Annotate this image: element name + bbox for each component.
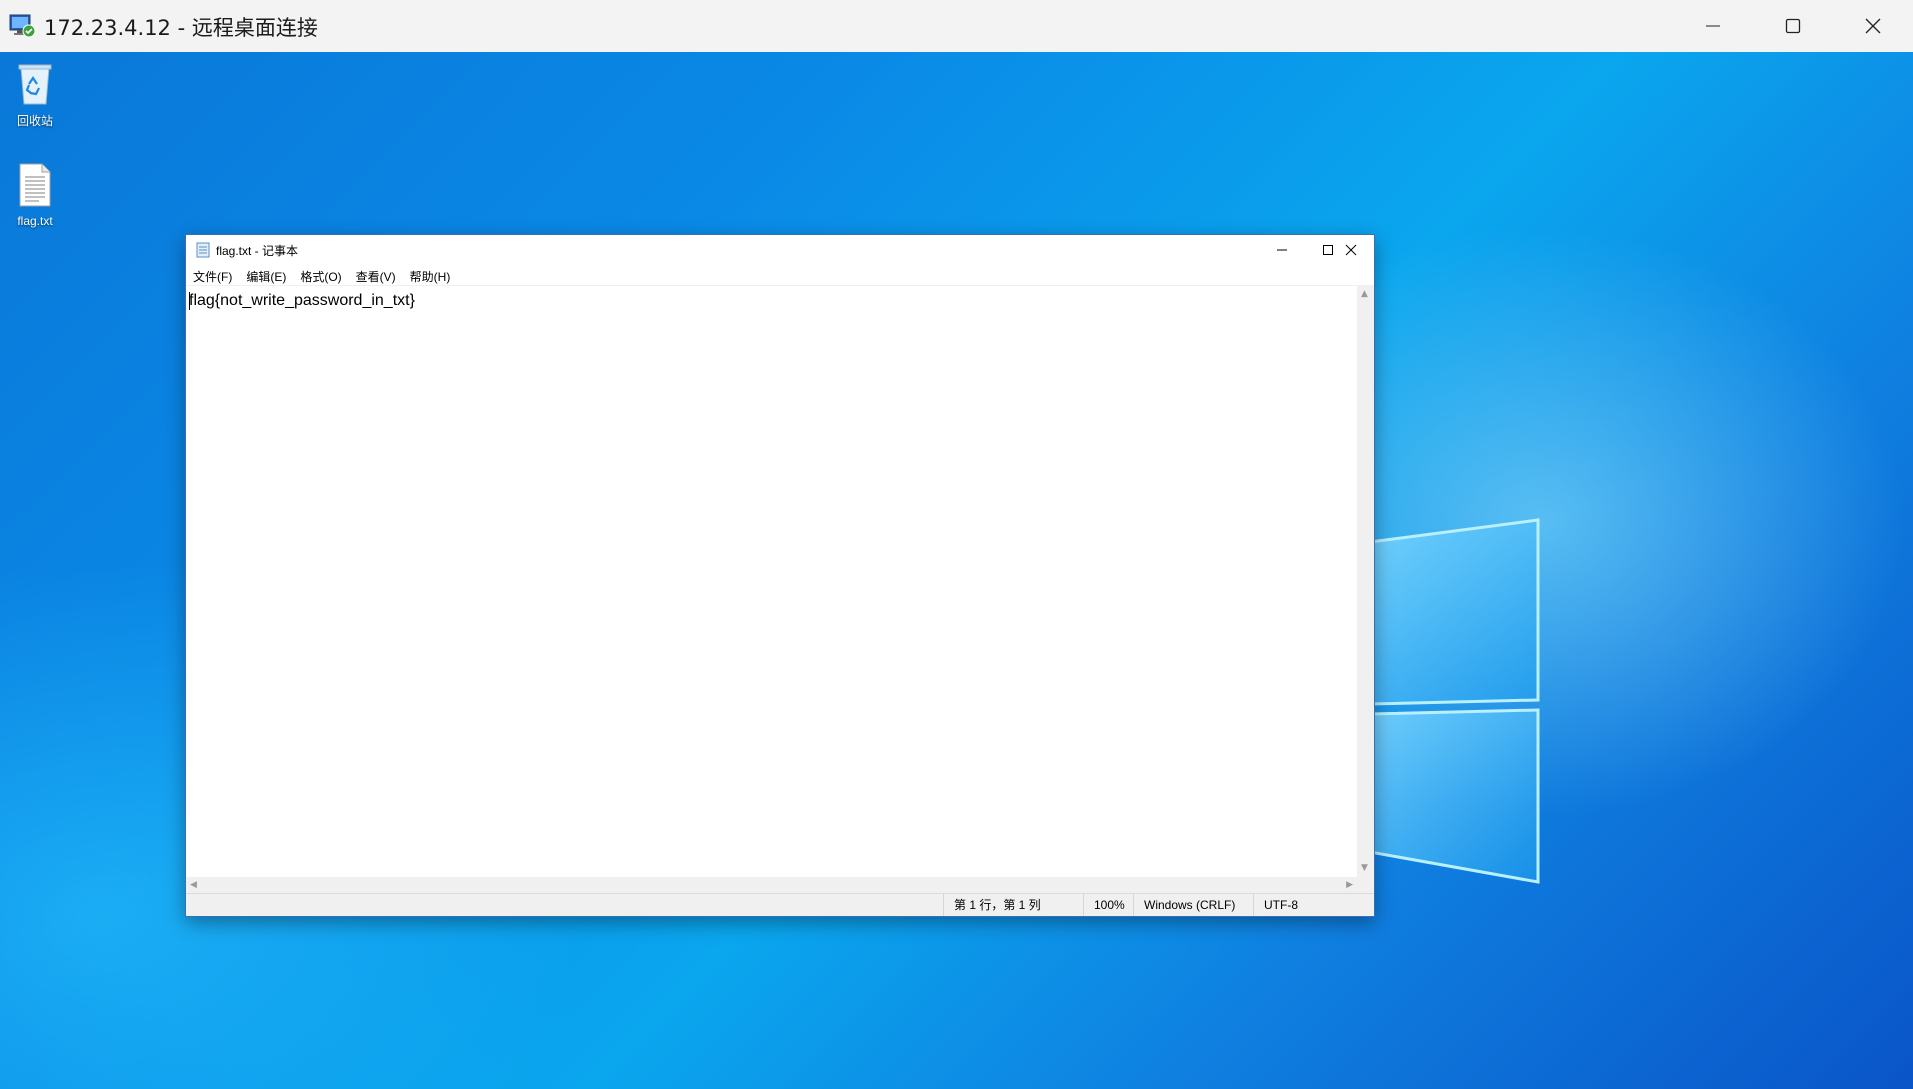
status-cursor-position: 第 1 行，第 1 列 <box>943 894 1084 916</box>
status-zoom: 100% <box>1083 894 1134 916</box>
minimize-icon <box>1706 25 1720 27</box>
menu-file[interactable]: 文件(F) <box>186 265 239 285</box>
close-icon <box>1865 18 1881 34</box>
recycle-bin-icon <box>18 64 52 105</box>
window-title: 172.23.4.12 - 远程桌面连接 <box>44 16 318 40</box>
status-encoding: UTF-8 <box>1253 894 1374 916</box>
close-button[interactable] <box>1833 0 1913 52</box>
scroll-left-icon[interactable]: ◀ <box>190 881 197 890</box>
notepad-window[interactable]: flag.txt - 记事本 文件(F) 编辑(E) 格式(O) 查看(V) 帮… <box>185 234 1375 917</box>
maximize-button[interactable] <box>1753 0 1833 52</box>
notepad-titlebar[interactable]: flag.txt - 记事本 <box>186 235 1374 265</box>
scroll-down-icon[interactable]: ▼ <box>1361 864 1368 873</box>
text-editor[interactable]: flag{not_write_password_in_txt} ▲ ▼ ◀ ▶ <box>186 285 1374 894</box>
desktop-icon-label: 回收站 <box>16 114 53 128</box>
vertical-scrollbar[interactable]: ▲ ▼ <box>1357 286 1374 877</box>
close-icon <box>1345 244 1357 256</box>
desktop-icon-recycle-bin[interactable]: 回收站 <box>0 60 70 129</box>
menu-format[interactable]: 格式(O) <box>293 265 348 285</box>
remote-desktop-icon <box>9 13 37 39</box>
rdp-titlebar[interactable]: 172.23.4.12 - 远程桌面连接 <box>0 0 1913 53</box>
notepad-menubar: 文件(F) 编辑(E) 格式(O) 查看(V) 帮助(H) <box>186 265 1374 285</box>
scroll-up-icon[interactable]: ▲ <box>1361 290 1368 299</box>
scroll-right-icon[interactable]: ▶ <box>1346 881 1353 890</box>
notepad-icon <box>196 242 210 258</box>
maximize-icon <box>1785 18 1801 34</box>
notepad-close-button[interactable] <box>1328 235 1374 265</box>
menu-view[interactable]: 查看(V) <box>349 265 403 285</box>
menu-edit[interactable]: 编辑(E) <box>239 265 293 285</box>
editor-content[interactable]: flag{not_write_password_in_txt} <box>189 292 415 310</box>
notepad-minimize-button[interactable] <box>1259 235 1305 265</box>
desktop-icon-label: flag.txt <box>17 214 53 228</box>
text-file-icon <box>19 163 51 207</box>
notepad-title: flag.txt - 记事本 <box>216 244 299 258</box>
minimize-icon <box>1277 249 1287 251</box>
status-line-ending: Windows (CRLF) <box>1133 894 1254 916</box>
minimize-button[interactable] <box>1673 0 1753 52</box>
status-bar: 第 1 行，第 1 列 100% Windows (CRLF) UTF-8 <box>186 893 1374 916</box>
horizontal-scrollbar[interactable]: ◀ ▶ <box>186 877 1357 894</box>
menu-help[interactable]: 帮助(H) <box>403 265 458 285</box>
desktop-icon-flag-txt[interactable]: flag.txt <box>0 162 70 228</box>
scroll-corner <box>1357 877 1374 894</box>
